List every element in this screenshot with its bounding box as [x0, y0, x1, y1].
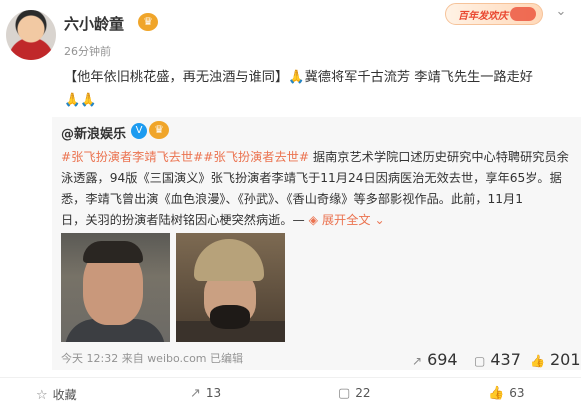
like-count-button[interactable]: 👍 2016 — [530, 350, 581, 369]
hashtag-link[interactable]: #张飞扮演者李靖飞去世##张飞扮演者去世# — [61, 150, 309, 164]
repost-text-line: 泳透露，94版《三国演义》张飞扮演者李靖飞于11月24日因病医治无效去世，享年6… — [61, 171, 562, 185]
photo-shape — [210, 305, 250, 329]
thumbs-up-icon: 👍 — [488, 386, 505, 401]
comment-icon: ▢ — [474, 353, 486, 368]
share-icon: ↗ — [190, 386, 201, 401]
repost-text-line: #张飞扮演者李靖飞去世##张飞扮演者去世# 据南京艺术学院口述历史研究中心特聘研… — [61, 147, 573, 168]
repost-text-fragment: 据南京艺术学院口述历史研究中心特聘研究员余 — [309, 150, 569, 164]
like-button[interactable]: 👍 63 — [488, 386, 524, 401]
like-count: 63 — [509, 386, 525, 400]
repost-count-button[interactable]: ↗ 694 — [412, 350, 458, 369]
comment-icon: ▢ — [338, 386, 351, 401]
photo-shape — [194, 239, 264, 281]
username[interactable]: 六小龄童 — [64, 13, 124, 34]
post-time[interactable]: 26分钟前 — [64, 43, 111, 59]
favorite-button[interactable]: ☆ 收藏 — [36, 386, 77, 403]
weibo-post: 六小龄童 ♛ 26分钟前 百年发欢庆 ⌄ 【他年依旧桃花盛，再无浊酒与谁同】🙏冀… — [0, 0, 581, 411]
post-text-line: 🙏🙏 — [64, 93, 97, 108]
avatar[interactable] — [6, 10, 56, 60]
photo-shape — [83, 241, 143, 263]
gold-badge-icon[interactable]: ♛ — [149, 121, 169, 139]
photo-thumbnail-costume[interactable] — [176, 233, 285, 342]
verified-icon: V — [131, 123, 147, 139]
post-text-line: 【他年依旧桃花盛，再无浊酒与谁同】🙏冀德将军千古流芳 李靖飞先生一路走好 — [64, 70, 533, 85]
repost-text-fragment: 日，关羽的扮演者陆树铭因心梗突然病逝。— — [61, 213, 305, 227]
promo-banner[interactable]: 百年发欢庆 — [445, 3, 543, 25]
thumbs-up-icon: 👍 — [530, 353, 545, 368]
action-bar: ☆ 收藏 ↗ 13 ▢ 22 👍 63 — [0, 378, 581, 411]
repost-text-line: 日，关羽的扮演者陆树铭因心梗突然病逝。— ◈ 展开全文 ⌄ — [61, 210, 573, 231]
share-icon: ↗ — [412, 353, 423, 368]
repost-text: #张飞扮演者李靖飞去世##张飞扮演者去世# 据南京艺术学院口述历史研究中心特聘研… — [61, 147, 573, 231]
repost-author[interactable]: @新浪娱乐 — [61, 123, 126, 142]
comment-count: 22 — [355, 386, 371, 400]
post-text: 【他年依旧桃花盛，再无浊酒与谁同】🙏冀德将军千古流芳 李靖飞先生一路走好 🙏🙏 — [64, 66, 569, 112]
comment-count: 437 — [490, 350, 521, 369]
repost-time-source[interactable]: 今天 12:32 来自 weibo.com 已编辑 — [61, 350, 243, 366]
repost-box[interactable]: @新浪娱乐 V ♛ #张飞扮演者李靖飞去世##张飞扮演者去世# 据南京艺术学院口… — [52, 117, 581, 370]
repost-count: 694 — [427, 350, 458, 369]
more-menu-chevron-icon[interactable]: ⌄ — [552, 4, 570, 22]
like-count: 2016 — [549, 350, 581, 369]
photo-thumbnail-portrait[interactable] — [61, 233, 170, 342]
expand-full-text-link[interactable]: ◈ 展开全文 ⌄ — [305, 213, 385, 227]
promo-decoration-icon — [510, 7, 536, 21]
promo-text: 百年发欢庆 — [458, 11, 508, 22]
star-icon: ☆ — [36, 388, 48, 403]
repost-text-line: 悉，李靖飞曾出演《血色浪漫》、《孙武》、《香山奇缘》等多部影视作品。此前，11月… — [61, 192, 523, 206]
comment-button[interactable]: ▢ 22 — [338, 386, 371, 401]
repost-button[interactable]: ↗ 13 — [190, 386, 221, 401]
comment-count-button[interactable]: ▢ 437 — [474, 350, 521, 369]
repost-count: 13 — [205, 386, 222, 400]
favorite-label: 收藏 — [52, 388, 77, 402]
vip-badge-icon[interactable]: ♛ — [138, 13, 158, 31]
